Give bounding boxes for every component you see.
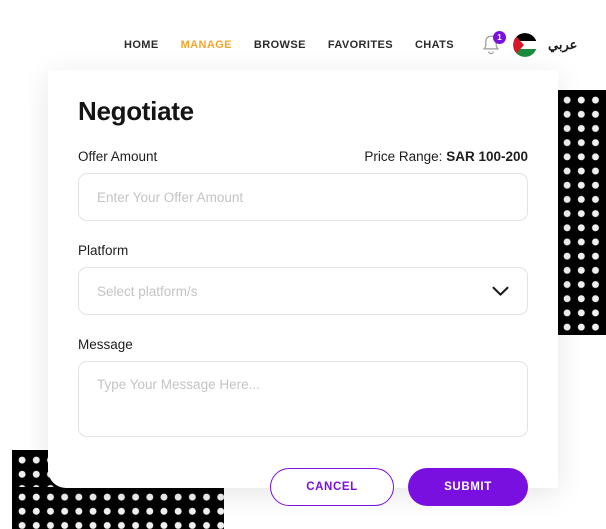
nav-item-browse[interactable]: BROWSE [254,39,306,51]
message-row: Message [78,337,528,352]
nav-item-home[interactable]: HOME [124,39,159,51]
chevron-down-icon [492,286,509,296]
nav-item-chats[interactable]: CHATS [415,39,454,51]
nav-right-actions: 1 عربي [480,31,577,57]
offer-amount-input[interactable] [78,173,528,221]
top-navigation-bar: HOME MANAGE BROWSE FAVORITES CHATS 1 عرب… [30,20,577,70]
message-label: Message [78,337,133,352]
page-title: Negotiate [78,96,194,126]
nav-links: HOME MANAGE BROWSE FAVORITES CHATS [124,39,454,51]
negotiate-modal: Negotiate Offer Amount Price Range: SAR … [48,70,558,506]
cancel-button[interactable]: CANCEL [270,468,394,506]
price-range-value: SAR 100-200 [446,149,528,164]
decorative-dot-pattern-right [557,90,606,335]
platform-label: Platform [78,243,129,258]
nav-item-manage[interactable]: MANAGE [181,39,232,51]
offer-amount-label: Offer Amount [78,149,158,164]
price-range-prefix: Price Range: [364,149,447,164]
message-textarea[interactable] [78,361,528,437]
platform-select-value: Select platform/s [97,283,198,299]
notification-bell-button[interactable]: 1 [480,31,507,57]
modal-actions: CANCEL SUBMIT [78,468,528,506]
platform-select[interactable]: Select platform/s [78,267,528,315]
price-range: Price Range: SAR 100-200 [364,149,528,164]
submit-button[interactable]: SUBMIT [408,468,528,506]
notification-badge-count: 1 [493,31,507,44]
offer-amount-row: Offer Amount Price Range: SAR 100-200 [78,149,528,164]
platform-row: Platform [78,243,528,258]
language-switcher[interactable]: عربي [548,37,577,53]
palestine-flag-icon[interactable] [513,33,538,57]
nav-item-favorites[interactable]: FAVORITES [328,39,393,51]
